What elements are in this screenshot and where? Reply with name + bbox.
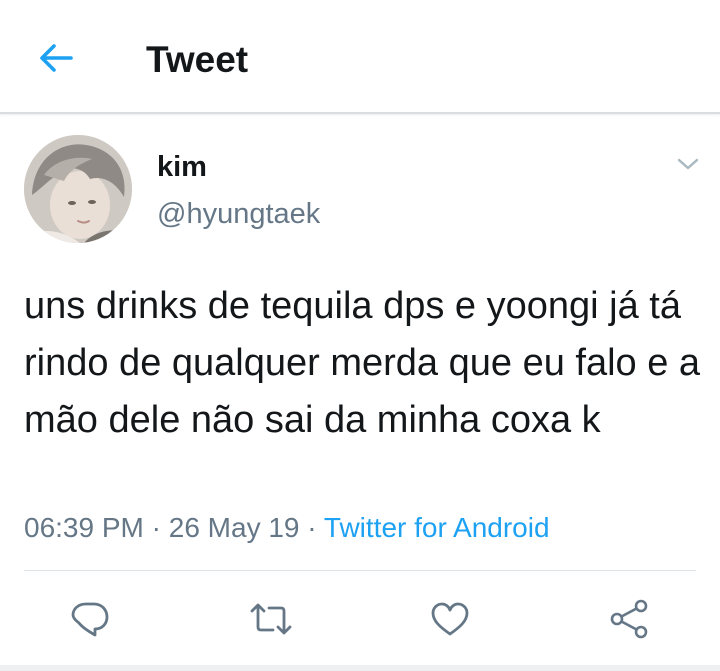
reply-icon xyxy=(71,602,109,637)
author-display-name[interactable]: kim xyxy=(157,150,207,184)
tweet-time: 06:39 PM xyxy=(24,512,144,543)
retweet-icon xyxy=(250,603,292,635)
share-button[interactable] xyxy=(607,593,651,645)
page-title: Tweet xyxy=(146,39,249,80)
meta-separator: · xyxy=(151,512,161,543)
share-icon xyxy=(610,599,648,639)
chevron-down-icon xyxy=(677,158,699,170)
divider xyxy=(24,570,696,571)
avatar-image xyxy=(24,135,132,243)
reply-button[interactable] xyxy=(68,593,112,645)
tweet-actions xyxy=(0,593,720,645)
heart-icon xyxy=(431,602,469,636)
tweet-text: uns drinks de tequila dps e yoongi já tá… xyxy=(24,285,701,441)
meta-separator: · xyxy=(307,512,317,543)
author-handle[interactable]: @hyungtaek xyxy=(157,197,320,231)
tweet-date: 26 May 19 xyxy=(168,512,300,543)
tweet-menu-button[interactable] xyxy=(672,150,704,178)
avatar[interactable] xyxy=(24,135,132,243)
back-button[interactable] xyxy=(34,38,78,78)
like-button[interactable] xyxy=(428,593,472,645)
tweet-meta: 06:39 PM · 26 May 19 · Twitter for Andro… xyxy=(24,510,550,546)
retweet-button[interactable] xyxy=(249,593,293,645)
bottom-separator xyxy=(0,665,720,671)
tweet-source-link[interactable]: Twitter for Android xyxy=(324,512,550,543)
arrow-left-icon xyxy=(40,44,73,72)
top-app-bar: Tweet xyxy=(0,0,720,114)
